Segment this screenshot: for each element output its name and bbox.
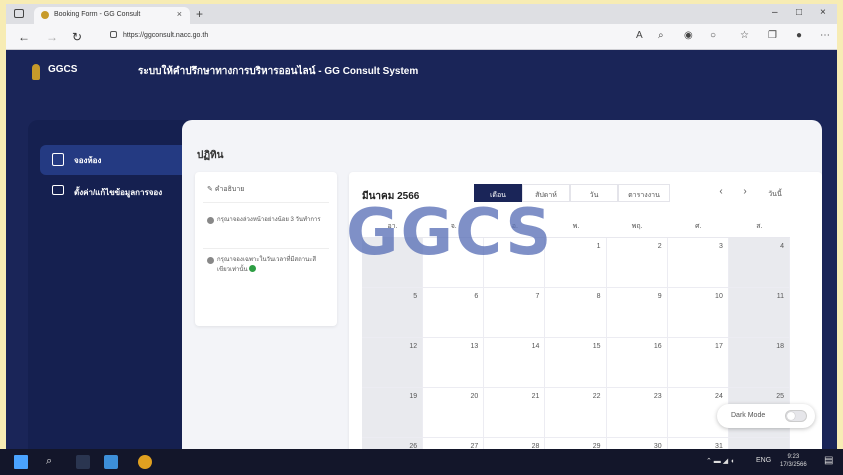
calendar-day-cell[interactable]: 18 [728, 338, 790, 388]
green-status-icon [249, 265, 257, 272]
tab-title: Booking Form - GG Consult [54, 11, 141, 18]
calendar-day-cell[interactable]: 19 [362, 388, 424, 438]
collections-icon[interactable]: ❐ [768, 30, 777, 41]
browser-tab-bar: Booking Form - GG Consult × + – □ × [6, 4, 837, 24]
calendar-day-cell[interactable]: 4 [728, 238, 790, 288]
divider [203, 248, 329, 249]
prev-month-button[interactable]: ‹ [711, 184, 731, 202]
reload-icon[interactable]: ↻ [72, 30, 82, 44]
url-text: https://ggconsult.nacc.go.th [123, 32, 209, 39]
view-day-button[interactable]: วัน [570, 184, 618, 202]
taskbar: ⌕ ⌃ ▬ ◢ ◖ ENG 9:23 17/3/2566 ▤ [0, 449, 843, 475]
close-window-button[interactable]: × [820, 7, 826, 18]
divider [203, 202, 329, 203]
tray-icons[interactable]: ⌃ ▬ ◢ ◖ [706, 457, 734, 465]
tab-close-icon[interactable]: × [177, 9, 182, 19]
calendar-day-cell[interactable]: 2 [606, 238, 668, 288]
weekday-header: ศ. [667, 212, 729, 238]
calendar-day-cell[interactable]: 6 [423, 288, 485, 338]
document-icon [52, 153, 64, 166]
chrome-icon[interactable] [138, 455, 152, 469]
info-dot-icon [207, 217, 214, 224]
weekday-header: พ. [545, 212, 607, 238]
sidebar-item-label: ตั้งค่า/แก้ไขข้อมูลการจอง [74, 188, 163, 197]
calendar-day-cell[interactable]: 3 [667, 238, 729, 288]
calendar-day-cell[interactable]: 16 [606, 338, 668, 388]
more-icon[interactable]: ⋯ [820, 30, 830, 41]
calendar-day-cell[interactable]: 13 [423, 338, 485, 388]
calendar-day-cell[interactable]: 9 [606, 288, 668, 338]
view-agenda-button[interactable]: ตารางงาน [618, 184, 670, 202]
search-icon[interactable]: ⌕ [46, 455, 60, 469]
toggle-switch[interactable] [785, 410, 807, 422]
language-indicator[interactable]: ENG [756, 457, 771, 464]
weekday-header: ส. [728, 212, 790, 238]
calendar-day-cell[interactable]: 11 [728, 288, 790, 338]
brand-name[interactable]: GGCS [48, 64, 77, 75]
calendar-day-cell[interactable]: 12 [362, 338, 424, 388]
calendar-day-cell[interactable]: 5 [362, 288, 424, 338]
page-title: ปฏิทิน [197, 150, 224, 161]
sidebar-item-booking[interactable]: จองห้อง [40, 145, 190, 175]
description-item: กรุณาจองเฉพาะในวันเวลาที่มีสถานะสีเขียวเ… [207, 256, 325, 275]
sidebar: จองห้อง ตั้งค่า/แก้ไขข้อมูลการจอง [28, 120, 196, 475]
dark-mode-label: Dark Mode [731, 412, 766, 419]
task-view-icon[interactable] [76, 455, 90, 469]
translate-icon[interactable]: A [636, 30, 643, 41]
calendar-day-cell[interactable]: 21 [484, 388, 546, 438]
lock-icon [110, 31, 117, 38]
address-bar: ← → ↻ https://ggconsult.nacc.go.th A ⌕ ◉… [6, 24, 837, 50]
browser-tab[interactable]: Booking Form - GG Consult × [34, 7, 190, 24]
windows-start-icon[interactable] [14, 455, 28, 469]
url-field[interactable]: https://ggconsult.nacc.go.th [110, 31, 208, 39]
favicon-icon [41, 11, 49, 19]
next-month-button[interactable]: › [735, 184, 755, 202]
calendar-day-cell[interactable]: 17 [667, 338, 729, 388]
weekday-header: พฤ. [606, 212, 668, 238]
clock[interactable]: 9:23 17/3/2566 [780, 453, 807, 469]
zoom-icon[interactable]: ⌕ [658, 30, 664, 41]
maximize-button[interactable]: □ [796, 7, 802, 18]
description-card: ✎ คำอธิบาย กรุณาจองล่วงหน้าอย่างน้อย 3 ว… [195, 172, 337, 326]
calendar-day-cell[interactable]: 14 [484, 338, 546, 388]
calendar-day-cell[interactable]: 23 [606, 388, 668, 438]
logo-icon [32, 64, 40, 80]
info-dot-icon [207, 257, 214, 264]
dark-mode-toggle[interactable]: Dark Mode [717, 404, 815, 428]
notification-icon[interactable]: ▤ [824, 455, 838, 469]
clock-time: 9:23 [787, 454, 800, 460]
clock-date: 17/3/2566 [780, 462, 807, 468]
monitor-icon [52, 185, 64, 195]
system-title: ระบบให้คำปรึกษาทางการบริหารออนไลน์ - GG … [138, 66, 419, 77]
file-explorer-icon[interactable] [104, 455, 118, 469]
sidebar-item-label: จองห้อง [74, 156, 102, 165]
calendar-day-cell[interactable]: 10 [667, 288, 729, 338]
watermark: GGCS [346, 196, 554, 270]
sidebar-item-settings[interactable]: ตั้งค่า/แก้ไขข้อมูลการจอง [40, 177, 190, 207]
minimize-button[interactable]: – [772, 7, 778, 18]
calendar-day-cell[interactable]: 8 [545, 288, 607, 338]
edit-icon: ✎ [207, 186, 215, 193]
calendar-day-cell[interactable]: 15 [545, 338, 607, 388]
favorites-icon[interactable]: ☆ [740, 30, 749, 41]
calendar-day-cell[interactable]: 7 [484, 288, 546, 338]
description-item: กรุณาจองล่วงหน้าอย่างน้อย 3 วันทำการ [207, 216, 325, 225]
profile-icon[interactable]: ● [796, 30, 802, 41]
app-header: GGCS ระบบให้คำปรึกษาทางการบริหารออนไลน์ … [6, 50, 837, 108]
forward-icon[interactable]: → [46, 30, 58, 44]
screen: Booking Form - GG Consult × + – □ × ← → … [6, 4, 837, 475]
calendar-day-cell[interactable]: 20 [423, 388, 485, 438]
new-tab-button[interactable]: + [196, 7, 203, 21]
description-heading: ✎ คำอธิบาย [207, 186, 245, 193]
refresh-alt-icon[interactable]: ○ [710, 30, 716, 41]
today-button[interactable]: วันนี้ [760, 184, 790, 202]
back-icon[interactable]: ← [18, 30, 30, 44]
extension-icon[interactable]: ◉ [684, 30, 693, 41]
tab-actions-icon[interactable] [14, 9, 24, 18]
calendar-day-cell[interactable]: 1 [545, 238, 607, 288]
calendar-day-cell[interactable]: 22 [545, 388, 607, 438]
